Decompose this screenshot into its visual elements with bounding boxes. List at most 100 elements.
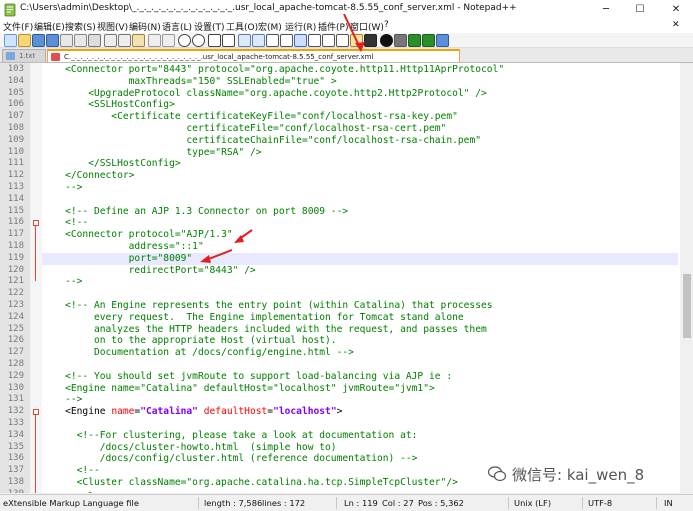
- menu-tools[interactable]: 工具(O): [226, 20, 258, 33]
- tab-server-xml[interactable]: C._._._._._._._._._._._._._._._._._._._.…: [47, 49, 460, 62]
- play-macro-multiple-icon[interactable]: [422, 34, 435, 47]
- code-line[interactable]: </SSLHostConfig>: [42, 158, 678, 170]
- minimize-button[interactable]: ─: [590, 0, 622, 19]
- menu-file[interactable]: 文件(F): [3, 20, 33, 33]
- code-line[interactable]: <Engine name="Catalina" defaultHost="loc…: [42, 383, 678, 395]
- zoom-out-icon[interactable]: [222, 34, 235, 47]
- code-line[interactable]: <!-- An Engine represents the entry poin…: [42, 300, 678, 312]
- zoom-in-icon[interactable]: [208, 34, 221, 47]
- open-file-icon[interactable]: [18, 34, 31, 47]
- code-line[interactable]: on to the appropriate Host (virtual host…: [42, 335, 678, 347]
- menu-settings[interactable]: 设置(T): [194, 20, 225, 33]
- code-line[interactable]: every request. The Engine implementation…: [42, 312, 678, 324]
- code-line[interactable]: -->: [42, 182, 678, 194]
- code-line[interactable]: </Connector>: [42, 170, 678, 182]
- code-token: <!-- An Engine represents the entry poin…: [42, 300, 493, 311]
- wechat-icon: [488, 466, 506, 482]
- code-line[interactable]: [42, 194, 678, 206]
- code-line[interactable]: [42, 418, 678, 430]
- code-line[interactable]: <!--For clustering, please take a look a…: [42, 430, 678, 442]
- close-all-icon[interactable]: [74, 34, 87, 47]
- code-line[interactable]: maxThreads="150" SSLEnabled="true" >: [42, 76, 678, 88]
- fold-marker-icon[interactable]: [33, 409, 39, 416]
- code-line[interactable]: <Connector port="8443" protocol="org.apa…: [42, 64, 678, 76]
- code-line[interactable]: -->: [42, 276, 678, 288]
- code-token: certificateKeyFile: [186, 111, 291, 123]
- status-language: eXtensible Markup Language file: [3, 498, 139, 508]
- replace-icon[interactable]: [192, 34, 205, 47]
- code-line[interactable]: redirectPort="8443" />: [42, 265, 678, 277]
- code-line[interactable]: Documentation at /docs/config/engine.htm…: [42, 347, 678, 359]
- fold-margin[interactable]: [30, 63, 42, 493]
- paste-icon[interactable]: [132, 34, 145, 47]
- save-macro-icon[interactable]: [436, 34, 449, 47]
- code-line[interactable]: <SSLHostConfig>: [42, 99, 678, 111]
- menu-search[interactable]: 搜索(S): [65, 20, 96, 33]
- save-all-icon[interactable]: [46, 34, 59, 47]
- code-line[interactable]: /docs/cluster-howto.html (simple how to): [42, 442, 678, 454]
- line-number: 113: [7, 182, 24, 192]
- menu-language[interactable]: 语言(L): [162, 20, 192, 33]
- code-line[interactable]: <Engine name="Catalina" defaultHost="loc…: [42, 406, 678, 418]
- close-file-icon[interactable]: [60, 34, 73, 47]
- line-number: 122: [7, 288, 24, 299]
- code-line[interactable]: certificateChainFile="conf/localhost-rsa…: [42, 135, 678, 147]
- word-wrap-icon[interactable]: [266, 34, 279, 47]
- new-file-icon[interactable]: [4, 34, 17, 47]
- find-icon[interactable]: [178, 34, 191, 47]
- show-all-chars-icon[interactable]: [280, 34, 293, 47]
- close-button[interactable]: ✕: [660, 0, 692, 19]
- line-number: 108: [7, 123, 24, 133]
- code-line[interactable]: -->: [42, 489, 678, 493]
- code-line[interactable]: analyzes the HTTP headers included with …: [42, 324, 678, 336]
- print-icon[interactable]: [88, 34, 101, 47]
- code-line[interactable]: <!-- You should set jvmRoute to support …: [42, 371, 678, 383]
- wechat-watermark: 微信号: kai_wen_8: [488, 464, 644, 486]
- fold-marker-icon[interactable]: [33, 220, 39, 227]
- redo-icon[interactable]: [162, 34, 175, 47]
- code-token: analyzes the HTTP headers included with …: [42, 323, 487, 335]
- code-line[interactable]: [42, 359, 678, 371]
- code-token: </SSLHostConfig>: [42, 158, 181, 170]
- code-line[interactable]: certificateFile="conf/localhost-rsa-cert…: [42, 123, 678, 135]
- menu-edit[interactable]: 编辑(E): [34, 20, 65, 33]
- undo-icon[interactable]: [148, 34, 161, 47]
- code-line[interactable]: <Connector protocol="AJP/1.3": [42, 229, 678, 241]
- code-line[interactable]: <UpgradeProtocol className="org.apache.c…: [42, 88, 678, 100]
- code-line[interactable]: address="::1": [42, 241, 678, 253]
- fold-range-line: [35, 415, 36, 493]
- sync-vertical-icon[interactable]: [238, 34, 251, 47]
- current-code-line[interactable]: port="8009": [42, 252, 678, 265]
- code-token: port: [128, 64, 152, 75]
- line-number: 133: [7, 418, 24, 428]
- tab-1-txt[interactable]: 1.txt: [2, 49, 46, 62]
- code-line[interactable]: [42, 288, 678, 300]
- status-insert-mode: IN: [664, 498, 673, 508]
- play-macro-icon[interactable]: [408, 34, 421, 47]
- line-number: 129: [7, 370, 24, 381]
- record-macro-icon[interactable]: [380, 34, 393, 47]
- code-token: name: [111, 406, 135, 418]
- copy-icon[interactable]: [118, 34, 131, 47]
- code-token: <UpgradeProtocol: [42, 87, 187, 99]
- code-line[interactable]: -->: [42, 394, 678, 406]
- code-line[interactable]: <Certificate certificateKeyFile="conf/lo…: [42, 111, 678, 123]
- menu-help[interactable]: ?: [384, 20, 389, 30]
- menu-close-doc-button[interactable]: ✕: [672, 20, 680, 30]
- code-token: ="8443": [151, 64, 198, 75]
- code-line[interactable]: <!-- Define an AJP 1.3 Connector on port…: [42, 206, 678, 218]
- save-icon[interactable]: [32, 34, 45, 47]
- menu-view[interactable]: 视图(V): [97, 20, 128, 33]
- stop-record-icon[interactable]: [394, 34, 407, 47]
- code-line[interactable]: <!--: [42, 217, 678, 229]
- status-separator: [198, 497, 199, 509]
- code-editor[interactable]: 103 104 105 106 107 108 109 110 111 112 113 114 115 1…: [0, 63, 680, 493]
- maximize-button[interactable]: ☐: [624, 0, 656, 19]
- menu-encoding[interactable]: 编码(N): [129, 20, 161, 33]
- menu-macro[interactable]: 宏(M): [258, 20, 282, 33]
- sync-horizontal-icon[interactable]: [252, 34, 265, 47]
- code-line[interactable]: type="RSA" />: [42, 147, 678, 159]
- scrollbar-thumb[interactable]: [683, 274, 691, 338]
- cut-icon[interactable]: [104, 34, 117, 47]
